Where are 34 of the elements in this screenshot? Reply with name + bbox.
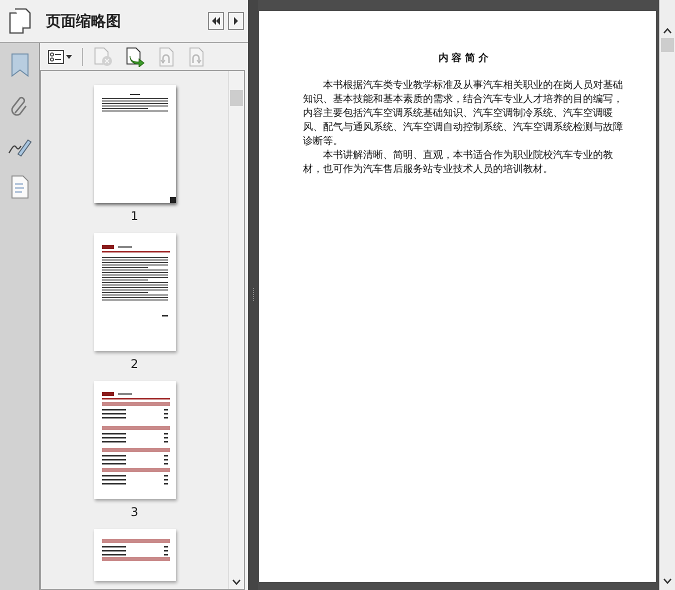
scrollbar[interactable] — [228, 71, 244, 589]
grip-icon — [252, 288, 254, 302]
panel-title: 页面缩略图 — [44, 12, 122, 30]
page-thumbnail[interactable] — [94, 529, 176, 581]
caret-icon — [66, 54, 72, 58]
document-icon[interactable] — [10, 175, 28, 199]
page-rotate-right-icon — [187, 46, 205, 66]
document-paragraph: 本书讲解清晰、简明、直观，本书适合作为职业院校汽车专业的教材，也可作为汽车售后服务站专业技术人员的培训教材。 — [303, 149, 614, 177]
double-left-arrow-icon — [211, 17, 221, 25]
chevron-down-icon — [663, 578, 672, 584]
page-number: 1 — [130, 209, 138, 223]
page-thumbnail[interactable] — [94, 85, 176, 203]
page-insert-icon — [125, 46, 145, 66]
page-number: 2 — [130, 357, 138, 371]
view-handle-icon[interactable] — [170, 197, 176, 203]
scrollbar-thumb[interactable] — [230, 90, 243, 106]
chevron-down-icon — [232, 579, 241, 585]
chevron-up-icon — [663, 28, 672, 34]
right-arrow-icon — [233, 17, 239, 25]
document-title: 内 容 简 介 — [437, 51, 490, 65]
scrollbar-thumb[interactable] — [661, 38, 674, 52]
scrollbar[interactable] — [659, 0, 675, 590]
page-delete-icon — [93, 46, 113, 66]
signature-icon[interactable] — [8, 137, 32, 157]
page-thumbnail[interactable] — [94, 233, 176, 351]
page-rotate-left-icon — [157, 46, 175, 66]
page-thumbnail[interactable] — [94, 381, 176, 499]
pages-icon — [9, 8, 31, 34]
page-number: 3 — [130, 505, 138, 519]
collapse-button[interactable] — [208, 12, 224, 30]
list-options-icon — [48, 50, 64, 64]
bookmark-icon[interactable] — [10, 53, 28, 77]
expand-button[interactable] — [228, 12, 244, 30]
document-paragraph: 本书根据汽车类专业教学标准及从事汽车相关职业的在岗人员对基础知识、基本技能和基本素质的需求，结合汽车专业人才培养的目的编写，内容主要包括汽车空调系统基础知识、汽车空调制冷系统、汽车空调暖风、配气与通风系统、汽车空调自动控制系统、汽车空调系统检测与故障诊断等。 — [303, 79, 624, 149]
